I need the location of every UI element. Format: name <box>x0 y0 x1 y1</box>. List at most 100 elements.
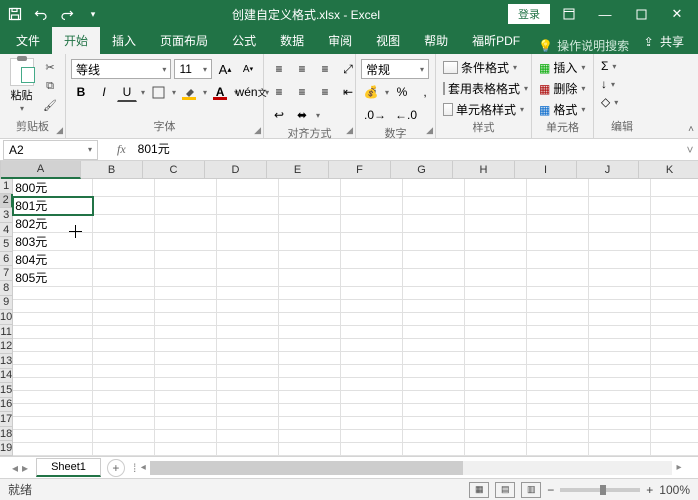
cell[interactable] <box>341 391 403 404</box>
column-header[interactable]: E <box>267 161 329 179</box>
cell[interactable] <box>13 365 93 378</box>
add-sheet-button[interactable]: + <box>107 459 125 477</box>
row-header[interactable]: 6 <box>0 252 13 267</box>
cell[interactable] <box>93 233 155 251</box>
column-header[interactable]: B <box>81 161 143 179</box>
cell[interactable] <box>465 251 527 269</box>
cell[interactable] <box>155 443 217 456</box>
cell[interactable] <box>155 326 217 339</box>
cell[interactable] <box>651 365 698 378</box>
cell[interactable] <box>589 417 651 430</box>
cell[interactable] <box>465 339 527 352</box>
cell[interactable] <box>279 179 341 197</box>
cell[interactable] <box>341 300 403 313</box>
cell[interactable] <box>465 417 527 430</box>
cell[interactable] <box>13 300 93 313</box>
cell[interactable] <box>589 339 651 352</box>
cell[interactable] <box>155 300 217 313</box>
cell[interactable] <box>93 313 155 326</box>
cell[interactable] <box>341 352 403 365</box>
cell[interactable] <box>651 269 698 287</box>
cell[interactable] <box>527 251 589 269</box>
align-bottom-icon[interactable]: ≡ <box>315 59 335 79</box>
column-header[interactable]: G <box>391 161 453 179</box>
increase-font-icon[interactable]: A▴ <box>215 59 235 79</box>
cell[interactable] <box>279 287 341 300</box>
login-button[interactable]: 登录 <box>508 4 550 24</box>
cell[interactable] <box>403 197 465 215</box>
row-header[interactable]: 7 <box>0 266 13 281</box>
tab-foxit[interactable]: 福昕PDF <box>460 27 532 54</box>
cell[interactable] <box>13 352 93 365</box>
cell[interactable] <box>93 378 155 391</box>
zoom-in-icon[interactable]: + <box>646 483 653 497</box>
format-painter-icon[interactable]: 🖌 <box>40 96 60 114</box>
cell[interactable] <box>93 443 155 456</box>
cell[interactable] <box>527 339 589 352</box>
comma-format-icon[interactable]: , <box>415 82 435 102</box>
cell[interactable] <box>651 339 698 352</box>
bold-button[interactable]: B <box>71 82 91 102</box>
ribbon-options-icon[interactable] <box>552 2 586 26</box>
tab-file[interactable]: 文件 <box>4 27 52 54</box>
cell[interactable] <box>403 430 465 443</box>
dialog-launcher-icon[interactable]: ◢ <box>56 125 63 136</box>
underline-button[interactable]: U <box>117 82 137 102</box>
cell[interactable] <box>651 352 698 365</box>
cell[interactable] <box>589 443 651 456</box>
cell[interactable] <box>341 430 403 443</box>
cell[interactable] <box>403 365 465 378</box>
sheet-tab-sheet1[interactable]: Sheet1 <box>36 458 101 477</box>
cell[interactable] <box>589 313 651 326</box>
cell[interactable] <box>403 179 465 197</box>
cell[interactable] <box>403 215 465 233</box>
qat-customize-icon[interactable]: ▾ <box>82 3 104 25</box>
cell[interactable] <box>217 215 279 233</box>
column-header[interactable]: D <box>205 161 267 179</box>
cell[interactable] <box>13 417 93 430</box>
tab-data[interactable]: 数据 <box>268 27 316 54</box>
cell[interactable] <box>589 365 651 378</box>
cell[interactable] <box>589 430 651 443</box>
cell[interactable] <box>217 300 279 313</box>
cell[interactable] <box>93 251 155 269</box>
cell[interactable] <box>217 352 279 365</box>
cell[interactable] <box>155 417 217 430</box>
cell[interactable] <box>651 233 698 251</box>
cell[interactable] <box>279 352 341 365</box>
cell[interactable]: 802元 <box>13 215 93 233</box>
cell[interactable] <box>465 233 527 251</box>
cell[interactable] <box>341 215 403 233</box>
row-header[interactable]: 16 <box>0 398 13 413</box>
phonetic-button[interactable]: wén文 <box>241 82 261 102</box>
cell[interactable] <box>93 269 155 287</box>
cell[interactable] <box>13 326 93 339</box>
cell[interactable] <box>217 378 279 391</box>
cell[interactable] <box>155 339 217 352</box>
cell[interactable] <box>589 179 651 197</box>
align-right-icon[interactable]: ≡ <box>315 82 335 102</box>
page-layout-view-icon[interactable]: ▤ <box>495 482 515 498</box>
percent-format-icon[interactable]: % <box>392 82 412 102</box>
cell[interactable] <box>527 391 589 404</box>
tab-view[interactable]: 视图 <box>364 27 412 54</box>
row-header[interactable]: 19 <box>0 441 13 456</box>
cell[interactable] <box>341 326 403 339</box>
cell[interactable] <box>13 391 93 404</box>
column-header[interactable]: C <box>143 161 205 179</box>
cell[interactable] <box>403 287 465 300</box>
cell[interactable] <box>93 391 155 404</box>
cell[interactable] <box>93 339 155 352</box>
cell[interactable]: 801元 <box>13 197 93 215</box>
cell[interactable] <box>403 326 465 339</box>
cell[interactable] <box>527 197 589 215</box>
cell[interactable] <box>217 179 279 197</box>
tab-help[interactable]: 帮助 <box>412 27 460 54</box>
cell[interactable] <box>465 287 527 300</box>
row-header[interactable]: 11 <box>0 325 13 340</box>
scroll-right-icon[interactable]: ▸ <box>672 462 686 473</box>
cell[interactable] <box>279 404 341 417</box>
cell[interactable] <box>279 365 341 378</box>
format-cells-button[interactable]: ▦格式▾ <box>537 100 588 119</box>
cell[interactable] <box>341 339 403 352</box>
